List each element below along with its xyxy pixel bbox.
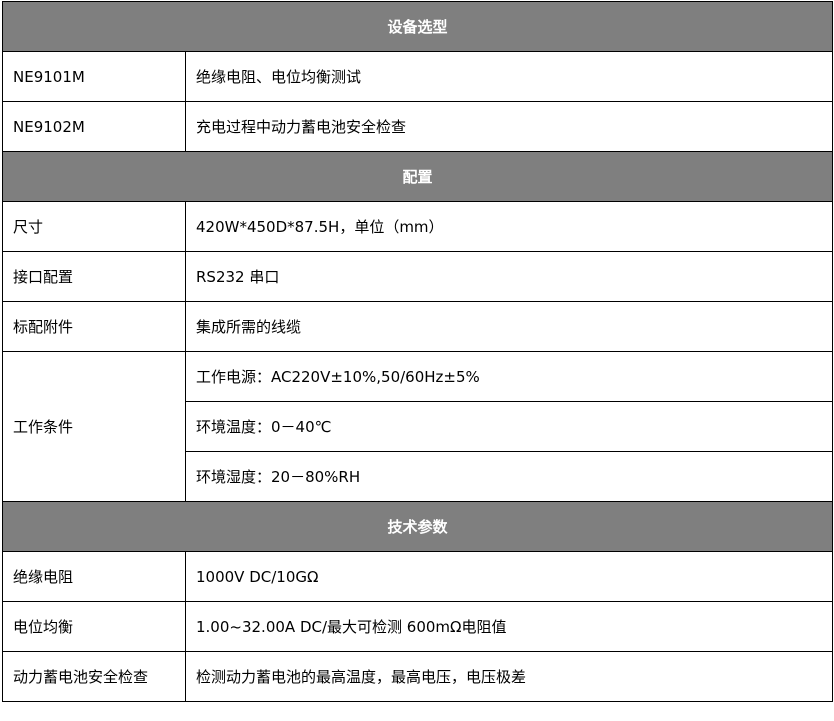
- spec-table: 设备选型 NE9101M 绝缘电阻、电位均衡测试 NE9102M 充电过程中动力…: [1, 1, 834, 702]
- row-label: 动力蓄电池安全检查: [2, 651, 186, 702]
- row-value: 1.00~32.00A DC/最大可检测 600mΩ电阻值: [184, 601, 834, 652]
- row-value: 420W*450D*87.5H，单位（mm）: [184, 201, 834, 252]
- section-header-row: 设备选型: [1, 1, 834, 52]
- row-label: 电位均衡: [2, 601, 186, 652]
- row-value-ambient-humidity: 环境湿度：20－80%RH: [184, 451, 834, 502]
- row-value-ambient-temperature: 环境温度：0－40℃: [184, 401, 834, 452]
- row-label: 接口配置: [2, 251, 186, 302]
- table-row: 尺寸 420W*450D*87.5H，单位（mm）: [2, 201, 834, 252]
- row-value-power-supply: 工作电源：AC220V±10%,50/60Hz±5%: [184, 351, 834, 402]
- table-row: 标配附件 集成所需的线缆: [2, 301, 834, 352]
- row-label: NE9102M: [2, 101, 186, 152]
- section-title-device-selection: 设备选型: [1, 1, 834, 52]
- row-label: 绝缘电阻: [2, 551, 186, 602]
- row-value: 1000V DC/10GΩ: [184, 551, 834, 602]
- row-value: RS232 串口: [184, 251, 834, 302]
- section-title-configuration: 配置: [1, 151, 834, 202]
- row-label-working-conditions: 工作条件: [2, 351, 186, 502]
- table-row: 动力蓄电池安全检查 检测动力蓄电池的最高温度，最高电压，电压极差: [2, 651, 834, 702]
- row-value: 充电过程中动力蓄电池安全检查: [184, 101, 834, 152]
- table-row: 工作条件 工作电源：AC220V±10%,50/60Hz±5%: [2, 351, 834, 502]
- row-value: 集成所需的线缆: [184, 301, 834, 352]
- table-row: 接口配置 RS232 串口: [2, 251, 834, 302]
- row-value: 检测动力蓄电池的最高温度，最高电压，电压极差: [184, 651, 834, 702]
- row-label: 标配附件: [2, 301, 186, 352]
- row-value: 绝缘电阻、电位均衡测试: [184, 51, 834, 102]
- section-title-technical-parameters: 技术参数: [1, 501, 834, 552]
- row-label: NE9101M: [2, 51, 186, 102]
- section-header-row: 配置: [1, 151, 834, 202]
- row-label: 尺寸: [2, 201, 186, 252]
- table-row: NE9102M 充电过程中动力蓄电池安全检查: [2, 101, 834, 152]
- section-header-row: 技术参数: [1, 501, 834, 552]
- table-row: 电位均衡 1.00~32.00A DC/最大可检测 600mΩ电阻值: [2, 601, 834, 652]
- table-row: NE9101M 绝缘电阻、电位均衡测试: [2, 51, 834, 102]
- table-row: 绝缘电阻 1000V DC/10GΩ: [2, 551, 834, 602]
